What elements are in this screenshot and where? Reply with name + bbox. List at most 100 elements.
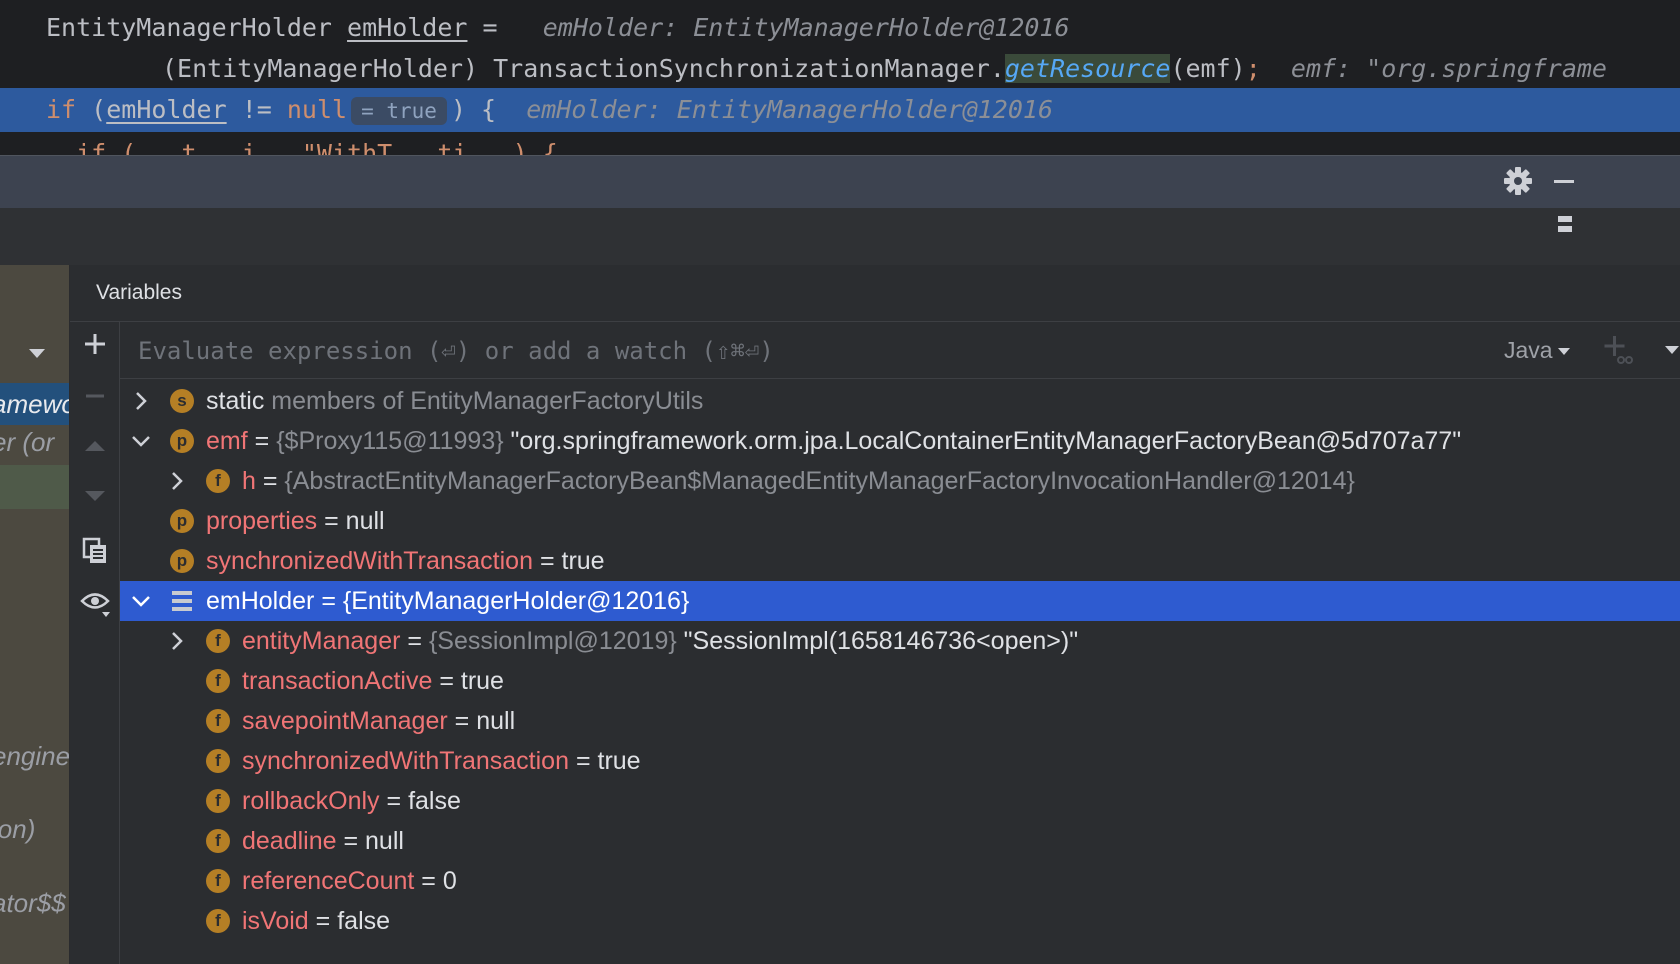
code-method[interactable]: getResource <box>1004 54 1171 83</box>
debug-tool-header <box>0 155 1680 208</box>
code-semicolon: ; <box>1245 54 1261 83</box>
minus-icon[interactable] <box>70 384 119 413</box>
variable-name: properties <box>206 507 318 535</box>
inline-debug-value: emHolder: EntityManagerHolder@12016 <box>526 95 1053 124</box>
field-icon: f <box>206 789 230 813</box>
tree-row[interactable]: f isVoid = false <box>120 901 1680 941</box>
static-description: members of EntityManagerFactoryUtils <box>264 387 704 415</box>
copy-icon[interactable] <box>70 537 119 570</box>
code-partial-text: if ( t i "WithT ti ) { <box>46 139 558 155</box>
chevron-down-icon[interactable] <box>130 421 152 461</box>
equals-sign: = <box>317 507 346 535</box>
variable-name: h <box>242 467 256 495</box>
frame-item-text[interactable]: ator$$ <box>0 882 66 924</box>
frame-item-text: amewo <box>0 389 69 419</box>
frames-dropdown[interactable] <box>0 326 69 382</box>
variable-value: "org.springframework.orm.jpa.LocalContai… <box>503 427 1462 455</box>
variables-title: Variables <box>96 281 182 304</box>
tree-row[interactable]: f entityManager = {SessionImpl@12019} "S… <box>120 621 1680 661</box>
eye-icon[interactable] <box>70 590 119 623</box>
field-icon: f <box>206 709 230 733</box>
arrow-up-icon[interactable] <box>70 434 119 463</box>
tree-row[interactable]: f rollbackOnly = false <box>120 781 1680 821</box>
equals-sign: = <box>314 587 343 615</box>
static-keyword: static <box>206 387 265 415</box>
equals-sign: = <box>247 427 277 455</box>
list-icon <box>172 591 192 611</box>
chevron-down-icon[interactable] <box>1664 345 1680 355</box>
debug-toolbar-strip <box>0 208 1680 266</box>
tree-row[interactable]: f synchronizedWithTransaction = true <box>120 741 1680 781</box>
frame-item-text[interactable]: engine <box>0 735 69 777</box>
minimize-icon[interactable] <box>1554 180 1574 183</box>
evaluate-expression-input[interactable] <box>136 322 1440 380</box>
frame-item-text[interactable]: er (or <box>0 421 54 463</box>
chevron-down-icon[interactable] <box>130 581 152 621</box>
code-editor[interactable]: EntityManagerHolder emHolder = emHolder:… <box>0 0 1680 155</box>
frame-item-highlight <box>0 465 69 509</box>
chevron-right-icon[interactable] <box>166 461 188 501</box>
variable-name: deadline <box>242 827 337 855</box>
code-operator: = <box>467 13 498 42</box>
variable-type: {AbstractEntityManagerFactoryBean$Manage… <box>284 467 1355 495</box>
chevron-right-icon[interactable] <box>130 381 152 421</box>
parameter-icon: p <box>170 509 194 533</box>
equals-sign: = <box>400 627 429 655</box>
code-keyword-if: if <box>46 95 77 124</box>
tree-row-label: rollbackOnly = false <box>242 781 461 821</box>
code-brace: ) { <box>450 95 497 124</box>
inline-debug-value: emf: "org.springframe <box>1290 54 1607 83</box>
field-icon: f <box>206 909 230 933</box>
gear-icon[interactable] <box>1502 165 1534 202</box>
variable-value: true <box>561 547 605 575</box>
arrow-down-icon[interactable] <box>70 484 119 513</box>
code-keyword-null: null <box>286 95 348 124</box>
tree-row[interactable]: f referenceCount = 0 <box>120 861 1680 901</box>
tree-row[interactable]: p properties = null <box>120 501 1680 541</box>
language-dropdown[interactable]: Java <box>1504 322 1571 378</box>
variable-name: emHolder <box>206 587 315 615</box>
tree-row[interactable]: p emf = {$Proxy115@11993} "org.springfra… <box>120 421 1680 461</box>
tree-row[interactable]: f deadline = null <box>120 821 1680 861</box>
field-icon: f <box>206 629 230 653</box>
variables-tree[interactable]: s static members of EntityManagerFactory… <box>120 379 1680 964</box>
tree-row[interactable]: f savepointManager = null <box>120 701 1680 741</box>
tree-row[interactable]: f h = {AbstractEntityManagerFactoryBean$… <box>120 461 1680 501</box>
variable-value: "SessionImpl(1658146736<open>)" <box>676 627 1079 655</box>
parameter-icon: p <box>170 429 194 453</box>
inline-debug-value: emHolder: EntityManagerHolder@12016 <box>542 13 1070 42</box>
variable-type: {$Proxy115@11993} <box>276 427 504 455</box>
tree-row[interactable]: s static members of EntityManagerFactory… <box>120 381 1680 421</box>
tree-row-label: isVoid = false <box>242 901 390 941</box>
tree-row-label: synchronizedWithTransaction = true <box>206 541 605 581</box>
chevron-right-icon[interactable] <box>166 621 188 661</box>
tree-row-label: emf = {$Proxy115@11993} "org.springframe… <box>206 421 1461 461</box>
code-variable[interactable]: emHolder <box>106 95 226 124</box>
variable-name: isVoid <box>242 907 309 935</box>
variable-value: false <box>337 907 391 935</box>
code-operator: != <box>226 95 287 124</box>
add-to-watches-icon[interactable] <box>1604 334 1634 371</box>
tree-row-label: static members of EntityManagerFactoryUt… <box>206 381 703 421</box>
plus-icon[interactable] <box>70 332 119 361</box>
layout-icon[interactable] <box>1558 216 1572 232</box>
frames-panel[interactable]: amewo er (or engine ion) ator$$ <box>0 265 70 964</box>
frame-item-text[interactable]: ion) <box>0 808 35 850</box>
field-icon: f <box>206 469 230 493</box>
parameter-icon: p <box>170 549 194 573</box>
field-icon: f <box>206 749 230 773</box>
tree-row-label: h = {AbstractEntityManagerFactoryBean$Ma… <box>242 461 1355 501</box>
variable-value: true <box>460 667 504 695</box>
variable-value: null <box>365 827 404 855</box>
inlay-hint: = true <box>351 97 447 125</box>
variable-name: synchronizedWithTransaction <box>242 747 569 775</box>
tree-row[interactable]: f transactionActive = true <box>120 661 1680 701</box>
code-variable[interactable]: emHolder <box>347 13 467 42</box>
language-label: Java <box>1504 337 1553 363</box>
code-line-1: EntityManagerHolder emHolder = emHolder:… <box>0 6 1680 50</box>
tree-row[interactable]: p synchronizedWithTransaction = true <box>120 541 1680 581</box>
chevron-down-icon <box>1557 347 1570 355</box>
tree-row-label: entityManager = {SessionImpl@12019} "Ses… <box>242 621 1078 661</box>
tree-row-selected[interactable]: emHolder = {EntityManagerHolder@12016} <box>120 581 1680 621</box>
code-line-3-execution-point: if (emHolder != null = true) { emHolder: … <box>0 88 1680 132</box>
